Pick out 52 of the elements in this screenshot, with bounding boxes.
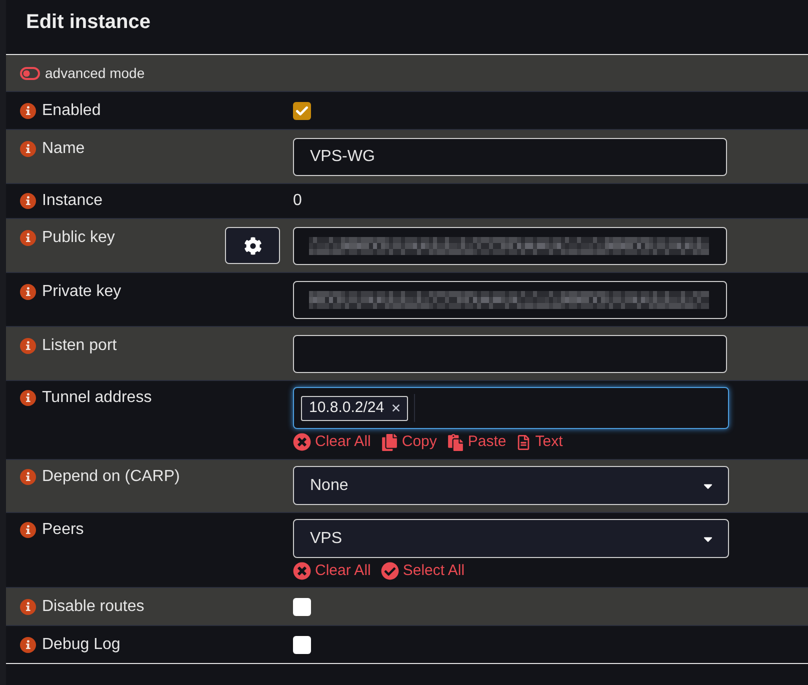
field-label: Public key xyxy=(42,228,115,248)
text-link[interactable]: Text xyxy=(516,433,563,451)
field-label: Depend on (CARP) xyxy=(42,467,180,487)
info-icon[interactable] xyxy=(20,338,36,354)
tag-text: 10.8.0.2/24 xyxy=(309,399,384,417)
field-value: 0 xyxy=(293,191,302,211)
select-dropdown[interactable]: VPS xyxy=(293,519,729,558)
dialog-title: Edit instance xyxy=(26,10,152,35)
toggle-switch[interactable] xyxy=(20,66,40,80)
checkbox[interactable] xyxy=(293,636,311,654)
paste-link[interactable]: Paste xyxy=(446,433,506,451)
field-label: Peers xyxy=(42,520,84,540)
info-icon[interactable] xyxy=(20,193,36,209)
field-label: Listen port xyxy=(42,336,117,356)
info-icon[interactable] xyxy=(20,599,36,615)
field-label: Private key xyxy=(42,282,122,302)
checkmark-icon xyxy=(296,106,308,116)
field-label: Name xyxy=(42,139,85,159)
clear-icon xyxy=(293,562,311,580)
field-label: Debug Log xyxy=(42,635,120,655)
gear-button[interactable] xyxy=(225,227,280,264)
info-icon[interactable] xyxy=(20,103,36,119)
clear-icon xyxy=(293,433,311,451)
clipboard-icon xyxy=(446,434,464,450)
clear-all-link[interactable]: Clear All xyxy=(293,433,371,451)
info-icon[interactable] xyxy=(20,141,36,157)
checkbox[interactable] xyxy=(293,102,311,120)
copy-link[interactable]: Copy xyxy=(380,433,437,451)
key-field[interactable] xyxy=(293,227,727,265)
checkbox[interactable] xyxy=(293,598,311,616)
field-label: Instance xyxy=(42,191,102,211)
select-all-link[interactable]: Select All xyxy=(380,562,465,580)
select-dropdown[interactable]: None xyxy=(293,466,729,505)
info-icon[interactable] xyxy=(20,637,36,653)
info-icon[interactable] xyxy=(20,230,36,246)
field-label: Tunnel address xyxy=(42,388,152,408)
remove-icon[interactable] xyxy=(392,404,400,412)
clear-all-link[interactable]: Clear All xyxy=(293,562,371,580)
toggle-label: advanced mode xyxy=(45,64,145,83)
info-icon[interactable] xyxy=(20,390,36,406)
document-icon xyxy=(516,434,532,450)
copy-icon xyxy=(380,434,398,450)
gear-icon xyxy=(244,236,262,254)
text-field[interactable]: VPS-WG xyxy=(293,138,727,176)
info-icon[interactable] xyxy=(20,522,36,538)
field-label: Disable routes xyxy=(42,597,144,617)
text-field[interactable] xyxy=(293,335,727,373)
info-icon[interactable] xyxy=(20,469,36,485)
field-label: Enabled xyxy=(42,101,101,121)
tags-field[interactable]: 10.8.0.2/24 xyxy=(293,387,729,429)
info-icon[interactable] xyxy=(20,284,36,300)
key-field[interactable] xyxy=(293,281,727,319)
